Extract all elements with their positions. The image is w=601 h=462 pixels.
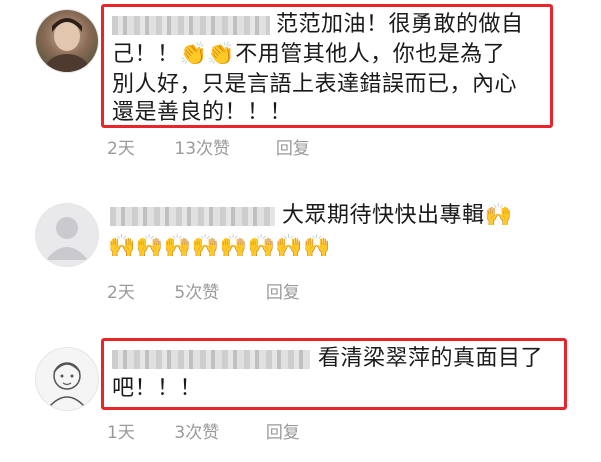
timestamp: 2天 bbox=[107, 139, 135, 159]
sketch-avatar-icon bbox=[49, 362, 85, 407]
reply-button[interactable]: 回复 bbox=[276, 134, 310, 159]
comment-meta: 1天 3次赞 回复 bbox=[107, 418, 300, 443]
timestamp: 1天 bbox=[107, 423, 135, 443]
comment-text-line: 別人好，只是言語上表達錯誤而已，內心 bbox=[112, 72, 518, 97]
reply-button[interactable]: 回复 bbox=[266, 278, 300, 303]
comment-text-line: 🙌🙌🙌🙌🙌🙌🙌🙌 bbox=[108, 234, 332, 259]
avatar-photo-icon bbox=[45, 18, 89, 72]
timestamp: 2天 bbox=[107, 283, 135, 303]
reply-button[interactable]: 回复 bbox=[266, 418, 300, 443]
like-count[interactable]: 13次赞 bbox=[174, 134, 270, 159]
like-count[interactable]: 3次赞 bbox=[174, 418, 260, 443]
comment-text-line: 范范加油！很勇敢的做自 bbox=[276, 12, 524, 37]
user-avatar[interactable] bbox=[36, 204, 98, 266]
username-redacted[interactable] bbox=[112, 350, 310, 369]
comment-1: 范范加油！很勇敢的做自 己！！👏👏不用管其他人，你也是為了 別人好，只是言語上表… bbox=[0, 0, 601, 160]
comment-text-line: 看清梁翠萍的真面目了 bbox=[318, 346, 544, 371]
default-avatar-icon bbox=[46, 217, 88, 260]
comment-text-line: 還是善良的！！！ bbox=[112, 100, 293, 125]
comment-text-line: 己！！👏👏不用管其他人，你也是為了 bbox=[112, 42, 506, 67]
user-avatar[interactable] bbox=[36, 10, 98, 72]
comment-text-line: 大眾期待快快出專輯🙌 bbox=[282, 203, 513, 228]
like-count[interactable]: 5次赞 bbox=[174, 278, 260, 303]
comment-text-line: 吧！！！ bbox=[112, 376, 203, 401]
username-redacted[interactable] bbox=[110, 207, 275, 226]
comment-2: 大眾期待快快出專輯🙌 🙌🙌🙌🙌🙌🙌🙌🙌 2天 5次赞 回复 bbox=[0, 190, 601, 310]
comment-3: 看清梁翠萍的真面目了 吧！！！ 1天 3次赞 回复 bbox=[0, 330, 601, 462]
comment-meta: 2天 5次赞 回复 bbox=[107, 278, 300, 303]
username-redacted[interactable] bbox=[112, 16, 270, 35]
user-avatar[interactable] bbox=[36, 348, 98, 410]
comment-meta: 2天 13次赞 回复 bbox=[107, 134, 310, 159]
